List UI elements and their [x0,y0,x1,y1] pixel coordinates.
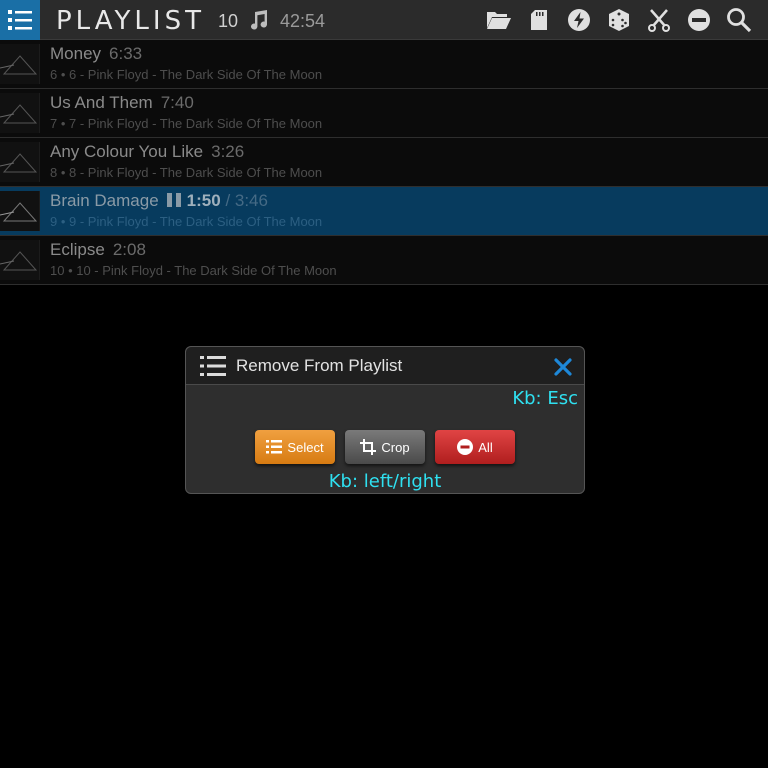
track-info: 7 • 7 - Pink Floyd - The Dark Side Of Th… [50,116,323,131]
album-art [0,44,40,84]
playlist-row[interactable]: Us And Them 7:40 7 • 7 - Pink Floyd - The… [0,89,768,138]
track-title: Money 6:33 [50,44,143,63]
track-duration: / 3:46 [225,191,268,210]
playlist-row-playing[interactable]: Brain Damage 1:50 / 3:46 9 • 9 - Pink Flo… [0,187,768,236]
minus-circle-icon [457,439,474,455]
list-icon [8,10,32,30]
album-art [0,240,40,280]
page-title: PLAYLIST [56,6,205,36]
crop-button[interactable]: Crop [345,430,425,464]
track-info: 9 • 9 - Pink Floyd - The Dark Side Of Th… [50,214,323,229]
track-title: Eclipse 2:08 [50,240,146,259]
playlist-row[interactable]: Eclipse 2:08 10 • 10 - Pink Floyd - The D… [0,236,768,285]
crop-button-label: Crop [381,439,410,455]
close-icon [554,358,572,376]
remove-from-playlist-dialog: Remove From Playlist Kb: Esc Select Crop… [185,346,585,494]
dialog-title: Remove From Playlist [236,356,403,375]
pause-icon [166,193,181,207]
minus-circle-icon[interactable] [686,7,712,33]
close-button[interactable] [552,356,574,378]
total-duration: 42:54 [280,11,326,31]
music-note-icon [251,10,267,30]
scissors-icon[interactable] [646,7,672,33]
dice-icon[interactable] [606,7,632,33]
track-info: 8 • 8 - Pink Floyd - The Dark Side Of Th… [50,165,323,180]
track-info: 10 • 10 - Pink Floyd - The Dark Side Of … [50,263,337,278]
remove-all-button[interactable]: All [435,430,515,464]
album-art [0,93,40,133]
track-duration: 6:33 [109,44,143,63]
track-duration: 7:40 [160,93,194,112]
album-art [0,142,40,182]
playlist-menu-button[interactable] [0,0,40,40]
track-title: Brain Damage 1:50 / 3:46 [50,191,268,210]
keyboard-hint-esc: Kb: Esc [512,388,578,409]
header-bar: PLAYLIST 10 42:54 [0,0,768,40]
lightning-icon[interactable] [566,7,592,33]
keyboard-hint-navigation: Kb: left/right [328,471,442,492]
album-art [0,191,40,231]
dialog-buttons: Select Crop All [255,430,515,464]
track-title: Us And Them 7:40 [50,93,194,112]
folder-open-icon[interactable] [486,7,512,33]
track-duration: 3:26 [211,142,245,161]
track-title: Any Colour You Like 3:26 [50,142,245,161]
track-duration: 2:08 [112,240,146,259]
dialog-header: Remove From Playlist [186,347,584,385]
playlist: Money 6:33 6 • 6 - Pink Floyd - The Dark … [0,40,768,285]
crop-icon [360,439,377,455]
track-count: 10 [218,11,239,31]
playlist-row[interactable]: Any Colour You Like 3:26 8 • 8 - Pink Flo… [0,138,768,187]
track-info: 6 • 6 - Pink Floyd - The Dark Side Of Th… [50,67,323,82]
search-icon[interactable] [726,7,752,33]
sd-card-icon[interactable] [526,7,552,33]
list-icon [266,440,283,454]
select-button[interactable]: Select [255,430,335,464]
list-icon [200,356,226,376]
toolbar [486,0,752,40]
playlist-row[interactable]: Money 6:33 6 • 6 - Pink Floyd - The Dark … [0,40,768,89]
all-button-label: All [478,439,493,455]
elapsed-time: 1:50 [186,191,221,210]
select-button-label: Select [287,439,324,455]
